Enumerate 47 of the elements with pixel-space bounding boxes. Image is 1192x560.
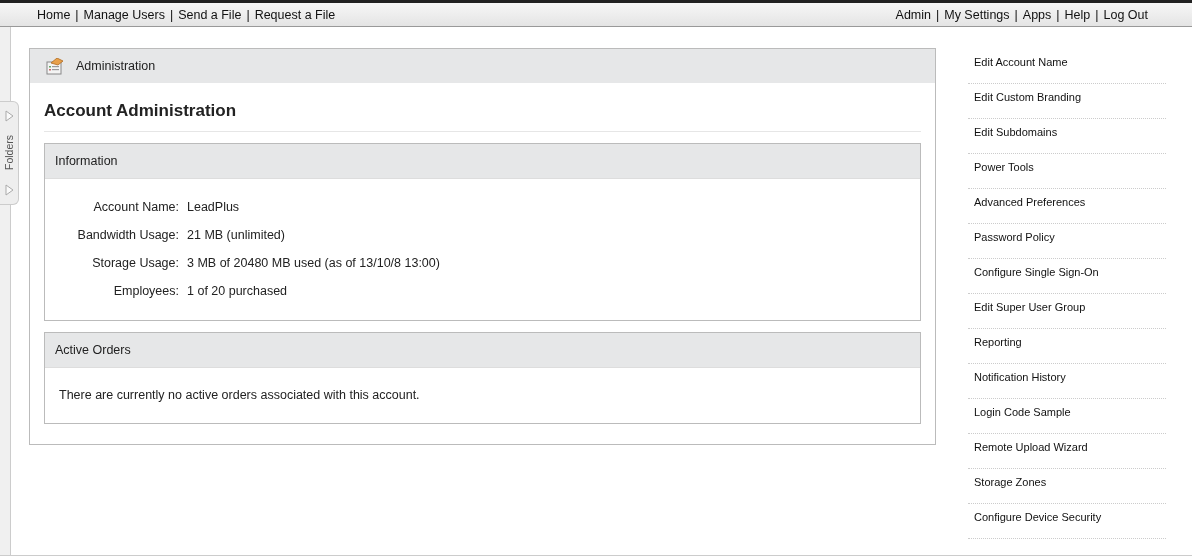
field-label: Account Name: [92, 200, 179, 214]
separator: | [936, 7, 940, 22]
sidebar-link[interactable]: Edit Super User Group [968, 294, 1166, 329]
triangle-icon [4, 184, 14, 196]
field-label: Employees: [112, 284, 179, 298]
sidebar-link[interactable]: Configure Device Security [968, 504, 1166, 539]
nav-link[interactable]: My Settings [944, 7, 1010, 22]
sidebar-link[interactable]: Notification History [968, 364, 1166, 399]
nav-link[interactable]: Send a File [178, 7, 242, 22]
triangle-icon [4, 110, 14, 122]
folders-tab[interactable]: Folders [0, 101, 19, 205]
sidebar-link[interactable]: Password Policy [968, 224, 1166, 259]
field-value: LeadPlus [187, 200, 241, 214]
nav-link[interactable]: Manage Users [83, 7, 165, 22]
sidebar-link[interactable]: Power Tools [968, 154, 1166, 189]
field-value: 1 of 20 purchased [187, 284, 289, 298]
panel-header: Administration [76, 59, 156, 73]
nav-link[interactable]: Log Out [1103, 7, 1148, 22]
sidebar-link[interactable]: Advanced Preferences [968, 189, 1166, 224]
separator: | [75, 7, 79, 22]
sidebar-link[interactable]: Reporting [968, 329, 1166, 364]
sidebar-link[interactable]: Storage Zones [968, 469, 1166, 504]
field-value: 3 MB of 20480 MB used (as of 13/10/8 13:00) [187, 256, 440, 270]
section-header: Information [45, 144, 920, 179]
sidebar-link[interactable]: Login Code Sample [968, 399, 1166, 434]
separator: | [1014, 7, 1018, 22]
empty-message: There are currently no active orders associated with this account. [59, 388, 420, 402]
nav-link[interactable]: Admin [895, 7, 931, 22]
field-value: 21 MB (unlimited) [187, 228, 286, 242]
nav-link[interactable]: Home [37, 7, 71, 22]
sidebar-link[interactable]: Edit Account Name [968, 49, 1166, 84]
sidebar-link[interactable]: Configure Single Sign-On [968, 259, 1166, 294]
nav-link[interactable]: Help [1064, 7, 1091, 22]
nav-link[interactable]: Request a File [254, 7, 336, 22]
page-title: Account Administration [44, 83, 921, 132]
clipboard-icon [46, 57, 64, 75]
section-header: Active Orders [45, 333, 920, 368]
field-label: Bandwidth Usage: [76, 228, 179, 242]
separator: | [169, 7, 174, 22]
nav-link[interactable]: Apps [1022, 7, 1052, 22]
field-label: Storage Usage: [91, 256, 179, 270]
separator: | [246, 7, 250, 22]
sidebar-link[interactable]: Remote Upload Wizard [968, 434, 1166, 469]
separator: | [1095, 7, 1099, 22]
sidebar-link[interactable]: Edit Subdomains [968, 119, 1166, 154]
separator: | [1056, 7, 1060, 22]
sidebar-link[interactable]: Edit Custom Branding [968, 84, 1166, 119]
